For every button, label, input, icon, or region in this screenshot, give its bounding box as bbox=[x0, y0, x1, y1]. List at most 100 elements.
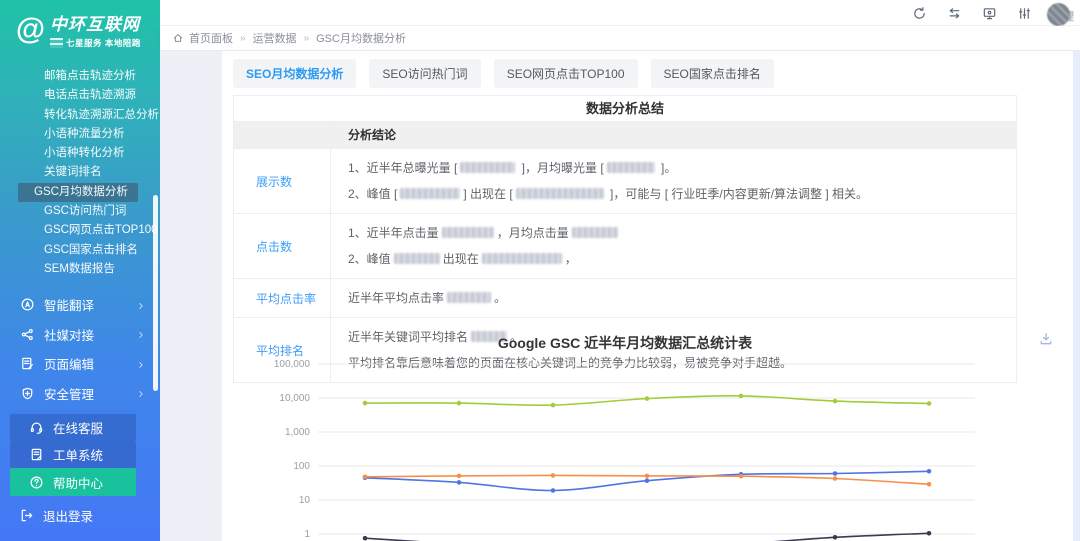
toolbar bbox=[912, 0, 1032, 26]
headset-icon bbox=[29, 420, 44, 435]
download-icon[interactable] bbox=[1038, 331, 1054, 347]
table-row-content: 近半年平均点击率。 bbox=[331, 279, 1016, 317]
redacted-value bbox=[442, 227, 494, 238]
sidebar-scrollbar[interactable] bbox=[153, 195, 158, 391]
sidebar-menu: 邮箱点击轨迹分析电话点击轨迹溯源转化轨迹溯源汇总分析小语种流量分析小语种转化分析… bbox=[0, 67, 160, 279]
top-bar: 管理 bbox=[160, 0, 1080, 26]
breadcrumb-item[interactable]: 首页面板 bbox=[189, 30, 233, 46]
sidebar-group-页面编辑[interactable]: 页面编辑 bbox=[0, 349, 160, 379]
svg-text:1,000: 1,000 bbox=[285, 427, 310, 438]
breadcrumb-separator: » bbox=[240, 33, 246, 44]
refresh-icon[interactable] bbox=[912, 6, 927, 21]
page-scrollbar[interactable] bbox=[1073, 51, 1080, 541]
brand-swirl-icon: @ bbox=[10, 13, 50, 47]
main-area: SEO月均数据分析SEO访问热门词SEO网页点击TOP100SEO国家点击排名 … bbox=[160, 51, 1080, 541]
table-row: 平均点击率 近半年平均点击率。 bbox=[234, 279, 1016, 318]
chevron-right-icon bbox=[136, 329, 146, 339]
table-row-content: 1、近半年点击量，月均点击量2、峰值出现在， bbox=[331, 214, 1016, 278]
ticket-icon bbox=[29, 447, 44, 462]
brand-tagline: 七星服务 本地陪跑 bbox=[66, 37, 141, 49]
sidebar-footer-在线客服[interactable]: 在线客服 bbox=[10, 414, 136, 441]
sidebar: @ 中环互联网 七星服务 本地陪跑 邮箱点击轨迹分析电话点击轨迹溯源转化轨迹溯源… bbox=[0, 0, 160, 541]
breadcrumb-item[interactable]: GSC月均数据分析 bbox=[316, 30, 406, 46]
sidebar-footer: 在线客服 工单系统 帮助中心 退出登录 bbox=[0, 414, 160, 529]
table-row-label: 点击数 bbox=[234, 214, 331, 278]
summary-table-header-row: 分析结论 bbox=[234, 122, 1016, 149]
table-row: 点击数 1、近半年点击量，月均点击量2、峰值出现在， bbox=[234, 214, 1016, 279]
sidebar-footer-工单系统[interactable]: 工单系统 bbox=[10, 441, 136, 468]
sidebar-group-智能翻译[interactable]: 智能翻译 bbox=[0, 290, 160, 320]
sidebar-footer-label: 在线客服 bbox=[53, 418, 103, 437]
svg-text:1: 1 bbox=[304, 529, 310, 540]
redacted-value bbox=[394, 253, 440, 264]
svg-text:10: 10 bbox=[299, 495, 311, 506]
chevron-right-icon bbox=[136, 359, 146, 369]
translate-icon bbox=[20, 297, 35, 312]
share-icon bbox=[20, 327, 35, 342]
sidebar-footer-退出登录[interactable]: 退出登录 bbox=[0, 502, 160, 529]
sidebar-footer-label: 帮助中心 bbox=[53, 473, 103, 492]
app-window: @ 中环互联网 七星服务 本地陪跑 邮箱点击轨迹分析电话点击轨迹溯源转化轨迹溯源… bbox=[0, 0, 1080, 541]
sidebar-group-label: 智能翻译 bbox=[44, 295, 136, 314]
summary-table-header-spacer bbox=[234, 122, 331, 148]
redacted-value bbox=[572, 227, 618, 238]
brand-badge bbox=[50, 38, 63, 48]
redacted-value bbox=[482, 253, 562, 264]
monitor-icon[interactable] bbox=[982, 6, 997, 21]
sidebar-group-label: 页面编辑 bbox=[44, 354, 136, 373]
help-icon bbox=[29, 475, 44, 490]
tab-bar: SEO月均数据分析 SEO访问热门词 SEO网页点击TOP100 SEO国家点击排名 bbox=[233, 59, 774, 88]
logout-icon bbox=[19, 508, 34, 523]
sidebar-item-GSC网页点击TOP100[interactable]: GSC网页点击TOP100 bbox=[14, 221, 152, 240]
sidebar-group-label: 安全管理 bbox=[44, 384, 136, 403]
table-row-label: 平均点击率 bbox=[234, 279, 331, 317]
sliders-icon[interactable] bbox=[1017, 6, 1032, 21]
sidebar-footer-label: 退出登录 bbox=[43, 506, 93, 525]
chart-title: Google GSC 近半年月均数据汇总统计表 bbox=[233, 333, 1017, 353]
svg-text:100,000: 100,000 bbox=[274, 359, 311, 370]
tab-SEO月均数据分析[interactable]: SEO月均数据分析 bbox=[233, 59, 356, 88]
sidebar-item-小语种流量分析[interactable]: 小语种流量分析 bbox=[14, 125, 152, 144]
sidebar-item-小语种转化分析[interactable]: 小语种转化分析 bbox=[14, 144, 152, 163]
sidebar-item-转化轨迹溯源汇总分析[interactable]: 转化轨迹溯源汇总分析 bbox=[14, 106, 152, 125]
sidebar-item-GSC访问热门词[interactable]: GSC访问热门词 bbox=[14, 202, 152, 221]
page-edit-icon bbox=[20, 356, 35, 371]
sidebar-group-安全管理[interactable]: 安全管理 bbox=[0, 379, 160, 409]
user-box[interactable]: 管理 bbox=[1034, 2, 1074, 26]
tab-SEO国家点击排名[interactable]: SEO国家点击排名 bbox=[651, 59, 774, 88]
breadcrumb: 首页面板 » 运营数据 » GSC月均数据分析 bbox=[160, 26, 1080, 51]
redacted-value bbox=[400, 188, 460, 199]
sidebar-item-SEM数据报告[interactable]: SEM数据报告 bbox=[14, 260, 152, 279]
redacted-value bbox=[516, 188, 604, 199]
svg-text:10,000: 10,000 bbox=[279, 393, 310, 404]
redacted-value bbox=[607, 162, 655, 173]
sidebar-groups: 智能翻译 社媒对接 页面编辑 安全管理 bbox=[0, 289, 160, 408]
tab-SEO网页点击TOP100[interactable]: SEO网页点击TOP100 bbox=[494, 59, 638, 88]
sidebar-item-GSC月均数据分析[interactable]: GSC月均数据分析 bbox=[18, 183, 138, 202]
swap-icon[interactable] bbox=[947, 6, 962, 21]
chevron-right-icon bbox=[136, 300, 146, 310]
summary-table-title: 数据分析总结 bbox=[234, 96, 1016, 122]
tab-SEO访问热门词[interactable]: SEO访问热门词 bbox=[369, 59, 480, 88]
breadcrumb-separator: » bbox=[304, 33, 310, 44]
sidebar-group-社媒对接[interactable]: 社媒对接 bbox=[0, 320, 160, 350]
home-icon bbox=[172, 32, 184, 44]
sidebar-item-关键词排名[interactable]: 关键词排名 bbox=[14, 163, 152, 182]
chevron-right-icon bbox=[136, 388, 146, 398]
table-row: 展示数 1、近半年总曝光量 [ ]，月均曝光量 [ ]。2、峰值 [] 出现在 … bbox=[234, 149, 1016, 214]
sidebar-footer-label: 工单系统 bbox=[53, 445, 103, 464]
sidebar-item-GSC国家点击排名[interactable]: GSC国家点击排名 bbox=[14, 241, 152, 260]
redacted-value bbox=[447, 292, 491, 303]
sidebar-item-邮箱点击轨迹分析[interactable]: 邮箱点击轨迹分析 bbox=[14, 67, 152, 86]
sidebar-group-label: 社媒对接 bbox=[44, 325, 136, 344]
summary-table-column-header: 分析结论 bbox=[331, 122, 1016, 148]
table-row-label: 展示数 bbox=[234, 149, 331, 213]
avatar[interactable] bbox=[1047, 3, 1070, 26]
brand-logo[interactable]: @ 中环互联网 七星服务 本地陪跑 bbox=[0, 0, 160, 55]
sidebar-item-电话点击轨迹溯源[interactable]: 电话点击轨迹溯源 bbox=[14, 86, 152, 105]
redacted-value bbox=[460, 162, 515, 173]
brand-name: 中环互联网 bbox=[50, 10, 141, 35]
sidebar-footer-帮助中心[interactable]: 帮助中心 bbox=[10, 468, 136, 496]
table-row-content: 1、近半年总曝光量 [ ]，月均曝光量 [ ]。2、峰值 [] 出现在 [ ]，… bbox=[331, 149, 1016, 213]
breadcrumb-item[interactable]: 运营数据 bbox=[253, 30, 297, 46]
